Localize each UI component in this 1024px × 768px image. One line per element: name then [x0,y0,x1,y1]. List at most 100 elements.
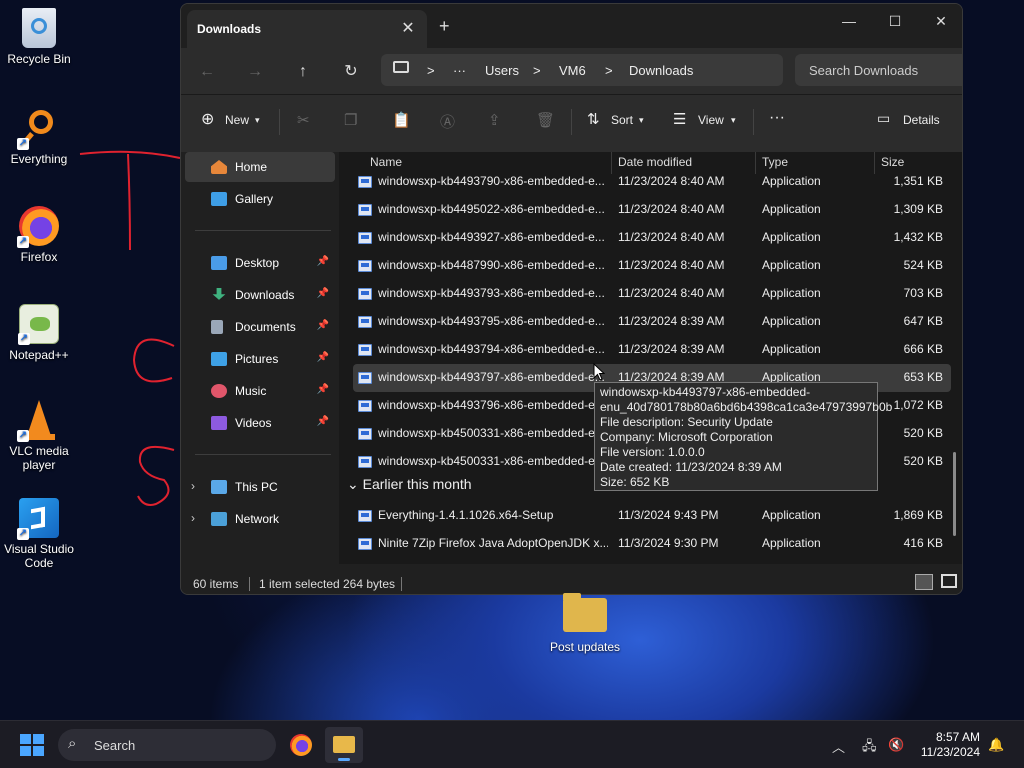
chevron-right-icon: › [191,479,195,493]
shortcut-arrow-icon: ↗ [17,236,29,248]
nav-item-downloads[interactable]: Downloads 📌 [185,280,335,310]
desktop-icon-label: VLC media player [9,444,69,472]
desktop-icon-label: Notepad++ [9,348,69,362]
file-name: windowsxp-kb4495022-x86-embedded-e... [378,202,605,216]
taskbar-firefox[interactable] [282,727,320,763]
details-button[interactable]: Details [903,113,940,127]
desktop-icon-firefox[interactable]: ↗ Firefox [0,206,78,264]
volume-muted-icon[interactable]: 🔇 [888,737,904,753]
group-header[interactable]: ⌄ Earlier this month [347,476,472,493]
desktop-icon-vscode[interactable]: ↗ Visual Studio Code [0,498,78,570]
delete-icon[interactable]: 🗑 [536,111,555,129]
desktop-icon-everything[interactable]: ↗ Everything [0,108,78,166]
shortcut-arrow-icon: ↗ [17,138,29,150]
breadcrumb-downloads[interactable]: Downloads [629,63,693,78]
file-name: windowsxp-kb4493797-x86-embedded-e... [378,370,605,384]
chevron-down-icon: ⌄ [347,476,363,492]
nav-item-network[interactable]: › Network [185,504,335,534]
file-row[interactable]: windowsxp-kb4493793-x86-embedded-e... 11/… [353,280,951,308]
refresh-icon[interactable]: ↻ [339,60,363,84]
tooltip-line: Size: 652 KB [600,475,670,489]
tiles-view-icon[interactable] [941,574,957,588]
toolbar-divider [571,109,572,135]
file-row[interactable]: windowsxp-kb4487990-x86-embedded-e... 11/… [353,252,951,280]
forward-arrow-icon[interactable]: → [243,60,267,84]
file-name: windowsxp-kb4493795-x86-embedded-e... [378,314,605,328]
more-options-button[interactable]: ··· [769,109,785,127]
chevron-down-icon: ▾ [731,115,736,125]
details-view-icon[interactable] [915,574,933,590]
search-input[interactable]: Search Downloads [795,54,962,86]
rename-icon[interactable]: Ⓐ [440,111,455,132]
file-name: windowsxp-kb4493794-x86-embedded-e... [378,342,605,356]
show-hidden-icons-chevron-icon[interactable]: ︿ [832,737,845,756]
file-date-modified: 11/23/2024 8:39 AM [618,314,725,328]
breadcrumb-users[interactable]: Users [485,63,519,78]
minimize-button[interactable]: — [826,8,872,34]
file-info-tooltip: windowsxp-kb4493797-x86-embedded- enu_40… [594,382,892,491]
paste-icon[interactable]: 📋 [392,111,411,129]
application-file-icon [358,232,372,244]
nav-item-pictures[interactable]: Pictures 📌 [185,344,335,374]
application-file-icon [358,344,372,356]
nav-item-videos[interactable]: Videos 📌 [185,408,335,438]
file-row[interactable]: windowsxp-kb4493795-x86-embedded-e... 11/… [353,308,951,336]
address-bar[interactable]: > ··· Users > VM6 > Downloads [381,54,783,86]
nav-item-documents[interactable]: Documents 📌 [185,312,335,342]
explorer-body: Home Gallery Desktop 📌 Downloads 📌 Docum… [181,152,962,564]
back-arrow-icon[interactable]: ← [195,60,219,84]
taskbar-clock[interactable]: 8:57 AM 11/23/2024 [921,730,980,760]
search-icon: ⌕ [68,735,77,752]
new-button[interactable]: New [225,113,249,127]
network-status-icon[interactable]: 🖧 [862,737,877,759]
file-type: Application [762,258,821,272]
application-file-icon [358,538,372,550]
breadcrumb-separator: > [533,63,541,78]
new-tab-icon[interactable]: + [439,16,450,37]
maximize-button[interactable]: ☐ [872,8,918,34]
tab-close-icon[interactable]: ✕ [397,18,419,40]
start-button[interactable] [20,734,44,756]
vlc-icon: ↗ [17,400,59,442]
nav-item-this-pc[interactable]: › This PC [185,472,335,502]
close-button[interactable]: ✕ [918,8,962,34]
vertical-scrollbar-thumb[interactable] [953,452,956,536]
status-selected: 1 item selected [259,577,340,591]
nav-item-gallery[interactable]: Gallery [185,184,335,214]
desktop-icon-notepadpp[interactable]: ↗ Notepad++ [0,304,78,362]
tab-downloads[interactable]: Downloads ✕ [187,10,427,48]
file-row[interactable]: Ninite 7Zip Firefox Java AdoptOpenJDK x.… [353,530,951,558]
share-icon[interactable]: ⇪ [488,111,501,129]
nav-item-music[interactable]: Music 📌 [185,376,335,406]
file-row[interactable]: Everything-1.4.1.1026.x64-Setup 11/3/2024… [353,502,951,530]
view-button[interactable]: View [698,113,724,127]
up-arrow-icon[interactable]: ↑ [291,60,315,84]
taskbar-search[interactable]: ⌕ Search [58,729,276,761]
pin-icon: 📌 [316,416,329,427]
taskbar-file-explorer[interactable] [325,727,363,763]
nav-item-home[interactable]: Home [185,152,335,182]
title-bar: Downloads ✕ + — ☐ ✕ [181,4,962,48]
breadcrumb-vm6[interactable]: VM6 [559,63,586,78]
breadcrumb-more[interactable]: ··· [453,63,466,78]
file-row[interactable]: windowsxp-kb4495022-x86-embedded-e... 11/… [353,196,951,224]
status-selected-size: 264 bytes [343,577,396,591]
nav-item-desktop[interactable]: Desktop 📌 [185,248,335,278]
file-row[interactable]: windowsxp-kb4493790-x86-embedded-e... 11/… [353,168,951,196]
notification-bell-icon[interactable]: 🔔 [988,737,1004,753]
file-row[interactable]: windowsxp-kb4493794-x86-embedded-e... 11/… [353,336,951,364]
file-row[interactable]: windowsxp-kb4493927-x86-embedded-e... 11/… [353,224,951,252]
copy-icon[interactable]: ❐ [344,111,357,129]
recycle-bin-icon [22,8,56,48]
desktop-icon-recycle-bin[interactable]: Recycle Bin [0,8,78,66]
desktop-icon-vlc[interactable]: ↗ VLC media player [0,400,78,472]
file-size: 1,072 KB [893,398,943,412]
application-file-icon [358,456,372,468]
sort-button[interactable]: Sort [611,113,633,127]
desktop-folder-post-updates[interactable]: Post updates [544,593,626,654]
cut-icon[interactable]: ✂ [297,111,310,129]
file-name: windowsxp-kb4500331-x86-embedded-e... [378,426,605,440]
nav-item-label: Desktop [235,256,280,270]
new-plus-icon: ⊕ [201,111,215,128]
file-size: 1,309 KB [893,202,943,216]
